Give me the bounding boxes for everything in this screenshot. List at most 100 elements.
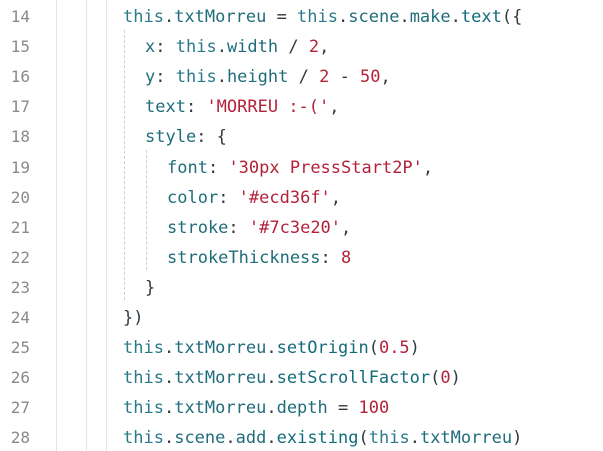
code-line[interactable]: 17 text: 'MORREU :-(', <box>0 92 603 122</box>
code-token: . <box>266 428 277 449</box>
line-number: 18 <box>10 127 30 147</box>
code-line[interactable]: 23} <box>0 273 603 303</box>
line-number: 22 <box>10 247 30 267</box>
code-token: 0.5 <box>378 338 410 359</box>
code-token: / <box>278 37 309 58</box>
code-token: style <box>145 127 197 148</box>
code-text: strokeThickness: 8 <box>167 243 351 273</box>
code-token: x <box>145 37 156 58</box>
line-number: 26 <box>10 368 30 388</box>
code-text: y: this.height / 2 - 50, <box>145 62 391 92</box>
code-token: ) <box>450 368 461 389</box>
code-line[interactable]: 22 strokeThickness: 8 <box>0 243 603 273</box>
code-line[interactable]: 16 y: this.height / 2 - 50, <box>0 62 603 92</box>
code-token: : <box>207 157 229 178</box>
code-token: 50 <box>360 67 381 88</box>
line-number: 25 <box>10 338 30 358</box>
code-line[interactable]: 28 this.scene.add.existing(this.txtMorreu… <box>0 423 603 451</box>
code-token: . <box>216 67 227 88</box>
code-token: ({ <box>501 7 523 27</box>
code-token: setOrigin <box>276 338 369 359</box>
code-token: width <box>226 37 279 58</box>
code-text: this.scene.add.existing(this.txtMorreu) <box>123 423 522 451</box>
code-token: = <box>327 398 359 419</box>
code-token: . <box>266 338 277 359</box>
code-token: : <box>320 247 342 268</box>
code-token: : { <box>196 127 227 148</box>
code-text: this.txtMorreu.setScrollFactor(0) <box>123 363 461 393</box>
code-token: ( <box>430 368 441 389</box>
code-line[interactable]: 21 stroke: '#7c3e20', <box>0 213 603 243</box>
code-line[interactable]: 14 this.txtMorreu = this.scene.make.text(… <box>0 2 603 32</box>
code-token: txtMorreu <box>174 7 267 27</box>
code-token: '#7c3e20' <box>248 217 342 238</box>
line-number: 20 <box>10 187 30 207</box>
code-token: strokeThickness <box>167 247 321 268</box>
code-token: : <box>155 67 176 88</box>
code-token: '#ecd36f' <box>238 187 331 208</box>
code-token: . <box>216 37 227 58</box>
code-token: this <box>123 338 164 359</box>
code-token: . <box>409 428 420 449</box>
code-text: } <box>145 273 155 303</box>
code-token: , <box>422 157 434 178</box>
code-token: 2 <box>319 67 330 88</box>
code-token: this <box>368 428 410 449</box>
line-number: 24 <box>10 308 30 327</box>
line-number: 15 <box>10 37 30 57</box>
code-token: make <box>409 7 451 27</box>
line-number: 17 <box>10 97 30 117</box>
code-token: . <box>399 7 410 27</box>
line-number: 28 <box>10 428 30 448</box>
code-token: }) <box>123 308 144 328</box>
line-number: 14 <box>10 7 30 26</box>
code-token: 0 <box>440 368 451 389</box>
code-token: ) <box>409 338 420 359</box>
code-token: this <box>123 428 164 449</box>
code-line[interactable]: 24}) <box>0 303 603 333</box>
code-token: setScrollFactor <box>276 368 431 389</box>
code-token: depth <box>276 398 328 419</box>
code-token: '30px PressStart2P' <box>228 157 423 178</box>
code-token: : <box>218 187 239 208</box>
code-token: txtMorreu <box>174 338 267 359</box>
code-line[interactable]: 19 font: '30px PressStart2P', <box>0 153 603 183</box>
code-token: txtMorreu <box>174 398 267 419</box>
line-number: 21 <box>10 217 30 237</box>
code-text: }) <box>123 303 143 333</box>
code-text: this.txtMorreu = this.scene.make.text({ <box>123 2 522 32</box>
code-token: . <box>163 428 175 449</box>
code-line[interactable]: 26 this.txtMorreu.setScrollFactor(0) <box>0 363 603 393</box>
code-text: color: '#ecd36f', <box>167 183 341 213</box>
code-token: , <box>319 37 330 58</box>
line-number: 19 <box>10 157 30 177</box>
code-text: text: 'MORREU :-(', <box>145 92 340 122</box>
code-token: txtMorreu <box>419 428 513 449</box>
code-line[interactable]: 15 x: this.width / 2, <box>0 32 603 62</box>
code-line[interactable]: 18 style: { <box>0 122 603 152</box>
code-token: . <box>450 7 461 27</box>
code-text: stroke: '#7c3e20', <box>167 213 351 243</box>
code-editor[interactable]: 14 this.txtMorreu = this.scene.make.text(… <box>0 0 603 451</box>
code-token: 8 <box>341 247 352 268</box>
code-token: : <box>228 217 249 238</box>
code-token: , <box>330 187 342 208</box>
code-line[interactable]: 25 this.txtMorreu.setOrigin(0.5) <box>0 333 603 363</box>
code-text: this.txtMorreu.setOrigin(0.5) <box>123 333 420 363</box>
code-line[interactable]: 27 this.txtMorreu.depth = 100 <box>0 393 603 423</box>
code-line[interactable]: 20 color: '#ecd36f', <box>0 183 603 213</box>
code-token: } <box>145 277 156 298</box>
code-token: . <box>163 368 175 389</box>
code-token: scene <box>348 7 400 27</box>
code-token: . <box>338 7 349 27</box>
code-token: txtMorreu <box>174 368 267 389</box>
code-token: height <box>226 67 289 88</box>
code-token: = <box>266 7 298 27</box>
line-number: 23 <box>10 277 30 297</box>
code-token: this <box>123 7 164 27</box>
line-number: 16 <box>10 67 30 87</box>
code-token: . <box>163 7 175 27</box>
code-token: this <box>175 67 217 88</box>
code-token: existing <box>276 428 359 449</box>
code-token: - <box>329 67 361 88</box>
